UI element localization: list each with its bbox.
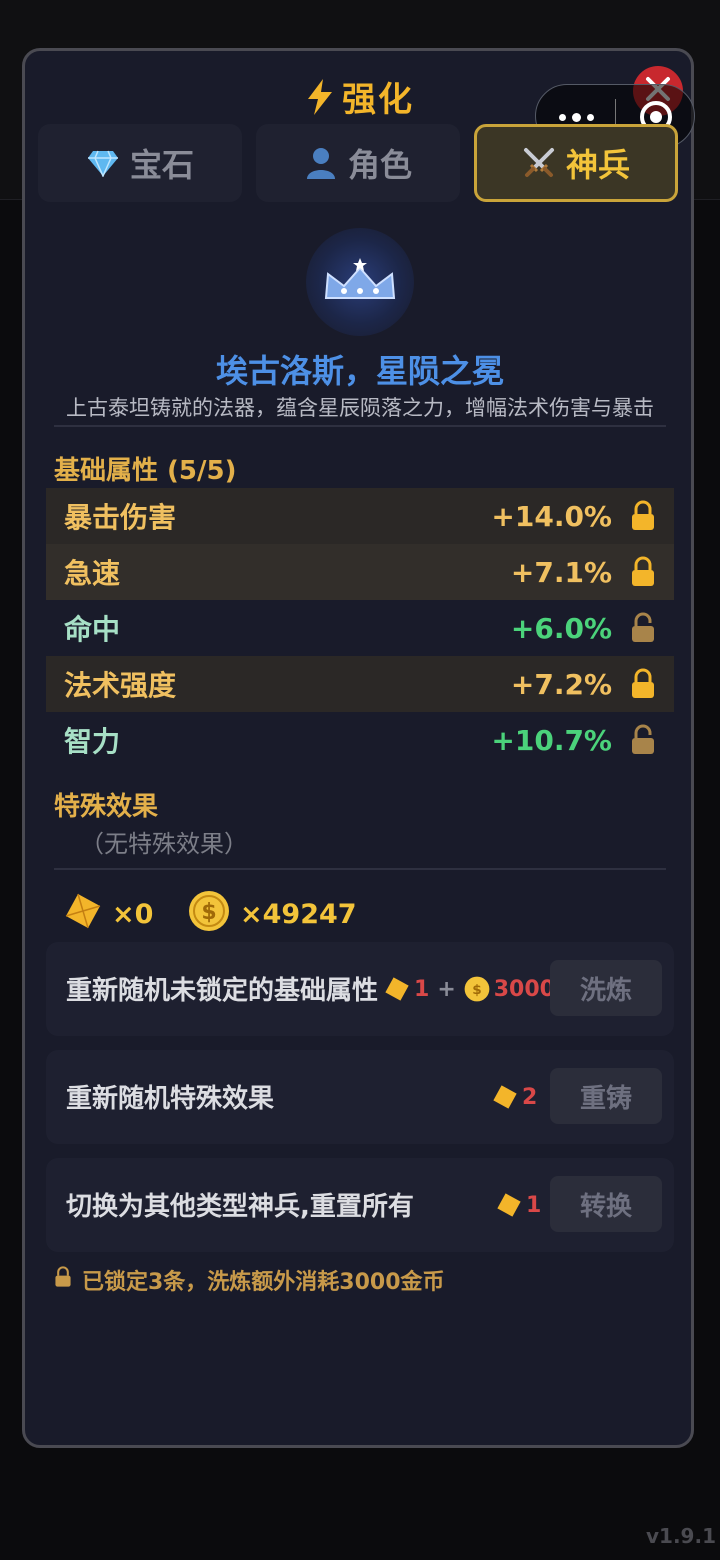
- action-label: 切换为其他类型神兵,重置所有: [66, 1192, 414, 1222]
- shard-icon: [64, 892, 102, 937]
- more-dot-icon: [571, 112, 581, 122]
- action-label: 重新随机未锁定的基础属性: [66, 976, 379, 1006]
- attribute-row-intellect: 智力 +10.7%: [46, 712, 674, 768]
- gold-balance: $ ×49247: [188, 890, 357, 939]
- tab-character[interactable]: 角色: [256, 124, 460, 202]
- attribute-value: +10.7%: [491, 723, 612, 757]
- plus-sign: +: [437, 976, 456, 1002]
- person-icon: [304, 146, 338, 180]
- gold-count: ×49247: [240, 898, 357, 930]
- action-cost: 1: [496, 1188, 541, 1222]
- cost-shards: 2: [522, 1084, 538, 1110]
- switch-weapon-type-card: 切换为其他类型神兵,重置所有 1 转换: [46, 1158, 674, 1252]
- gold-coin-icon: $: [464, 976, 490, 1002]
- attribute-name: 法术强度: [64, 669, 177, 702]
- unlock-icon[interactable]: [630, 724, 656, 756]
- action-label: 重新随机特殊效果: [66, 1084, 275, 1114]
- shard-balance: ×0: [64, 892, 153, 936]
- tab-gem-label: 宝石: [129, 146, 194, 184]
- item-name: 埃古洛斯，星陨之冕: [215, 352, 504, 390]
- page-title-text: 强化: [342, 80, 414, 120]
- crossed-swords-icon: [522, 146, 556, 180]
- attribute-row-haste: 急速 +7.1%: [46, 544, 674, 600]
- attribute-row-spell-power: 法术强度 +7.2%: [46, 656, 674, 712]
- footnote-text: 已锁定3条，洗炼额外消耗3000金币: [82, 1270, 445, 1295]
- divider: [54, 868, 666, 870]
- divider: [54, 425, 666, 427]
- attribute-name: 命中: [64, 613, 121, 646]
- shard-icon: [497, 1193, 521, 1217]
- lock-icon[interactable]: [630, 556, 656, 588]
- special-effects-heading: 特殊效果: [54, 792, 159, 822]
- action-cost: 1 + $ 3000: [384, 972, 555, 1006]
- gold-coin-icon: $: [188, 890, 230, 939]
- lock-icon[interactable]: [630, 500, 656, 532]
- reroll-special-effect-card: 重新随机特殊效果 2 重铸: [46, 1050, 674, 1144]
- attribute-value: +7.2%: [510, 667, 612, 701]
- attribute-name: 暴击伤害: [64, 501, 177, 534]
- item-emblem: [306, 228, 414, 336]
- lock-icon[interactable]: [630, 668, 656, 700]
- shard-icon: [493, 1085, 517, 1109]
- lock-footnote: 已锁定3条，洗炼额外消耗3000金币: [54, 1264, 445, 1296]
- version-label: v1.9.1: [646, 1524, 716, 1548]
- cost-shards: 1: [526, 1192, 542, 1218]
- cost-gold: 3000: [493, 976, 555, 1002]
- unlock-icon[interactable]: [630, 612, 656, 644]
- special-effects-empty: （无特殊效果）: [80, 830, 248, 858]
- attribute-row-crit-damage: 暴击伤害 +14.0%: [46, 488, 674, 544]
- tab-character-label: 角色: [347, 146, 412, 184]
- svg-text:$: $: [201, 900, 216, 925]
- item-description: 上古泰坦铸就的法器，蕴含星辰陨落之力，增幅法术伤害与暴击: [66, 396, 654, 420]
- convert-button[interactable]: 转换: [550, 1176, 662, 1232]
- attribute-value: +7.1%: [510, 555, 612, 589]
- attribute-row-hit: 命中 +6.0%: [46, 600, 674, 656]
- tab-divine-weapon-label: 神兵: [565, 146, 630, 184]
- recast-button[interactable]: 重铸: [550, 1068, 662, 1124]
- base-attributes-heading: 基础属性 (5/5): [54, 456, 237, 486]
- reroll-base-attributes-card: 重新随机未锁定的基础属性 1 + $ 3000 洗炼: [46, 942, 674, 1036]
- shard-icon: [385, 977, 409, 1001]
- gem-icon: [86, 146, 120, 180]
- more-dot-icon: [558, 113, 566, 121]
- svg-text:$: $: [472, 982, 481, 998]
- tab-divine-weapon[interactable]: 神兵: [474, 124, 678, 202]
- lightning-icon: [306, 79, 334, 124]
- refine-button[interactable]: 洗炼: [550, 960, 662, 1016]
- cost-shards: 1: [414, 976, 430, 1002]
- lock-icon: [54, 1266, 72, 1294]
- tab-gem[interactable]: 宝石: [38, 124, 242, 202]
- attribute-name: 智力: [64, 725, 121, 758]
- attribute-name: 急速: [64, 557, 121, 590]
- action-cost: 2: [492, 1080, 537, 1114]
- more-dot-icon: [586, 113, 594, 121]
- crown-icon: [324, 258, 396, 299]
- attribute-value: +14.0%: [491, 499, 612, 533]
- attribute-value: +6.0%: [510, 611, 612, 645]
- shard-count: ×0: [112, 898, 154, 930]
